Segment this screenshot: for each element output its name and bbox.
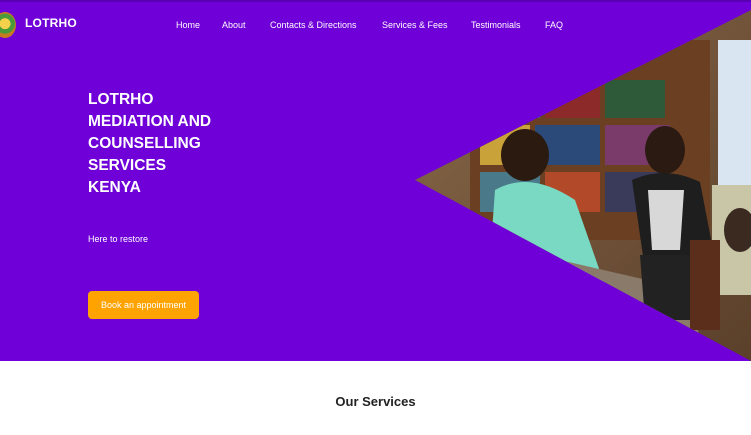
services-heading: Our Services <box>335 394 416 409</box>
hero-section: LOTRHO Home About Contacts & Directions … <box>0 0 751 361</box>
counselling-session-photo <box>415 10 751 361</box>
